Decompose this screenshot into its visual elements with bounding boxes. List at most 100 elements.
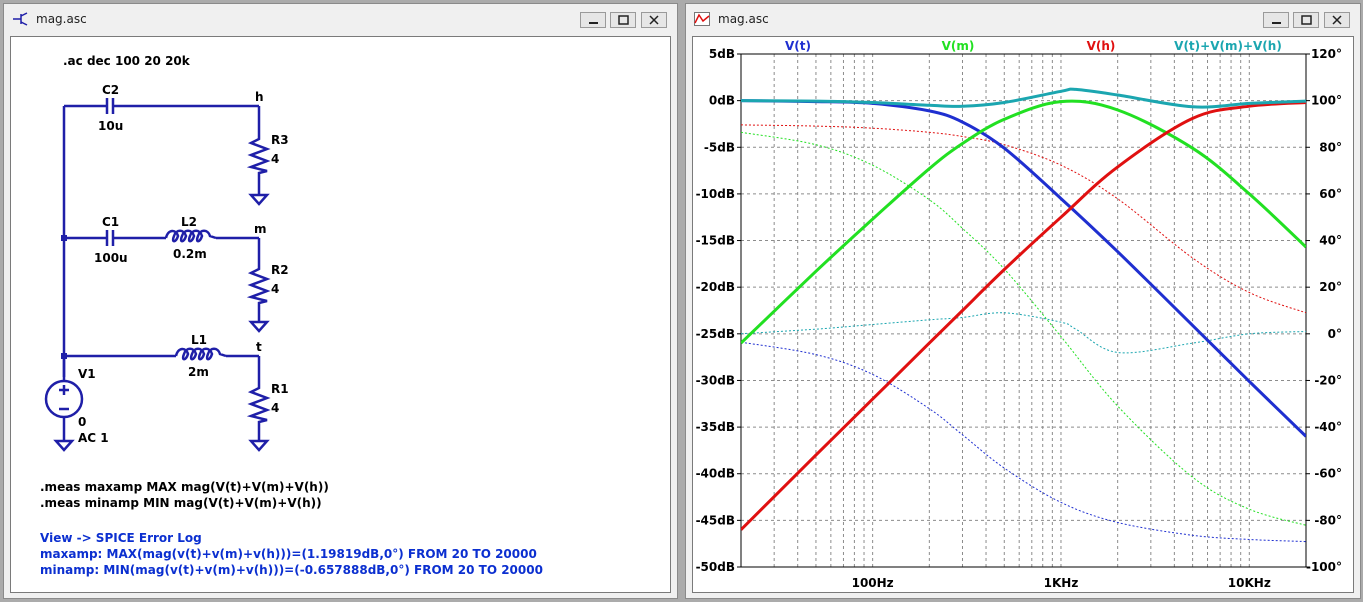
trace-legend[interactable]: V(t) V(m) V(h) V(t)+V(m)+V(h) [785, 39, 1282, 53]
net-h-label: h [255, 90, 264, 104]
ground-icon [248, 193, 270, 206]
y-left-tick-label: -30dB [696, 373, 735, 387]
plot-grid [740, 53, 1307, 568]
y-left-tick-label: 0dB [709, 94, 735, 108]
schematic-title: mag.asc [36, 12, 87, 26]
junction-dot [61, 235, 67, 241]
y-right-tick-label: -80° [1314, 513, 1342, 527]
y-right-tick-label: 60° [1319, 187, 1342, 201]
r1-name: R1 [271, 382, 289, 396]
schematic-titlebar[interactable]: mag.asc [4, 4, 677, 34]
schematic-canvas[interactable]: .ac dec 100 20 20k C2 10u h R3 4 C1 100u… [10, 36, 671, 593]
r2-name: R2 [271, 263, 289, 277]
restore-icon [618, 15, 629, 25]
schematic-wires [62, 104, 261, 441]
minimize-button[interactable] [1263, 12, 1289, 28]
restore-button[interactable] [610, 12, 636, 28]
phase-trace-v-t-v-m-v-h-[interactable] [741, 312, 1306, 354]
y-left-tick-label: -45dB [696, 513, 735, 527]
l2-name: L2 [181, 215, 197, 229]
y-right-tick-label: 120° [1311, 47, 1342, 61]
capacitor-c1[interactable] [96, 230, 124, 246]
close-button[interactable] [1324, 12, 1350, 28]
junction-dot [61, 353, 67, 359]
c2-name: C2 [102, 83, 119, 97]
plot-frame [740, 53, 1307, 568]
y-right-tick-label: 100° [1311, 94, 1342, 108]
minimize-button[interactable] [580, 12, 606, 28]
legend-entry[interactable]: V(t) [785, 39, 811, 53]
v1-value: 0 [78, 415, 86, 429]
ground-icon [53, 439, 75, 452]
y-right-tick-label: -60° [1314, 467, 1342, 481]
y-left-tick-label: -50dB [696, 560, 735, 574]
legend-entry[interactable]: V(m) [942, 39, 975, 53]
waveform-icon [694, 12, 710, 26]
l1-name: L1 [191, 333, 207, 347]
voltage-source-v1[interactable] [44, 379, 84, 419]
y-left-tick-label: 5dB [709, 47, 735, 61]
ground-icon [248, 439, 270, 452]
y-left-tick-label: -25dB [696, 327, 735, 341]
bode-plot[interactable]: 5dB 0dB -5dB -10dB -15dB -20dB -25dB -30dB -35dB… [693, 37, 1354, 593]
y-right-tick-label: -20° [1314, 373, 1342, 387]
c1-name: C1 [102, 215, 119, 229]
resistor-r1[interactable] [246, 384, 271, 426]
magnitude-trace-v-t-v-m-v-h-[interactable] [741, 87, 1306, 109]
y-right-tick-label: 20° [1319, 280, 1342, 294]
close-button[interactable] [641, 12, 667, 28]
restore-button[interactable] [1293, 12, 1319, 28]
l1-value: 2m [188, 365, 209, 379]
net-m-label: m [254, 222, 267, 236]
magnitude-trace-v-h-[interactable] [741, 101, 1306, 531]
resistor-r2[interactable] [246, 265, 271, 307]
y-right-tick-label: 40° [1319, 234, 1342, 248]
ground-icon [248, 320, 270, 333]
v1-ac: AC 1 [78, 431, 109, 445]
waveform-title: mag.asc [718, 12, 769, 26]
y-left-tick-label: -35dB [696, 420, 735, 434]
ac-directive[interactable]: .ac dec 100 20 20k [63, 54, 191, 68]
v1-name: V1 [78, 367, 96, 381]
y-right-tick-label: -40° [1314, 420, 1342, 434]
y-left-tick-label: -20dB [696, 280, 735, 294]
y-right-tick-label: 80° [1319, 140, 1342, 154]
c2-value: 10u [98, 119, 123, 133]
log-maxamp: maxamp: MAX(mag(v(t)+v(m)+v(h)))=(1.1981… [40, 547, 537, 561]
legend-entry[interactable]: V(h) [1087, 39, 1116, 53]
waveform-plot-area[interactable]: 5dB 0dB -5dB -10dB -15dB -20dB -25dB -30dB -35dB… [692, 36, 1354, 593]
meas-maxamp-directive[interactable]: .meas maxamp MAX mag(V(t)+V(m)+V(h)) [40, 480, 329, 494]
waveform-window: mag.asc 5dB 0dB -5dB -10dB -15dB -20dB -25dB -3… [685, 3, 1361, 599]
close-icon [1332, 15, 1342, 25]
waveform-titlebar[interactable]: mag.asc [686, 4, 1360, 34]
log-minamp: minamp: MIN(mag(v(t)+v(m)+v(h)))=(-0.657… [40, 563, 543, 577]
y-right-tick-label: -100° [1306, 560, 1342, 574]
inductor-l1[interactable] [174, 347, 227, 361]
r3-value: 4 [271, 152, 279, 166]
x-tick-label: 1KHz [1044, 576, 1079, 590]
y-left-tick-label: -5dB [704, 140, 735, 154]
x-tick-label: 10KHz [1228, 576, 1271, 590]
schematic-icon [13, 12, 28, 26]
y-left-tick-label: -15dB [696, 234, 735, 248]
net-t-label: t [256, 340, 262, 354]
y-right-tick-label: 0° [1328, 327, 1342, 341]
close-icon [649, 15, 659, 25]
r3-name: R3 [271, 133, 289, 147]
phase-trace-v-h-[interactable] [741, 124, 1306, 314]
phase-trace-v-t-[interactable] [741, 341, 1306, 543]
r2-value: 4 [271, 282, 279, 296]
schematic-window: mag.asc .ac dec 100 20 20k C2 10u h R3 4… [3, 3, 678, 599]
minimize-icon [1272, 22, 1281, 24]
resistor-r3[interactable] [246, 135, 271, 177]
capacitor-c2[interactable] [96, 98, 124, 114]
log-header: View -> SPICE Error Log [40, 531, 202, 545]
minimize-icon [589, 22, 598, 24]
y-left-tick-label: -10dB [696, 187, 735, 201]
inductor-l2[interactable] [164, 229, 217, 243]
legend-entry[interactable]: V(t)+V(m)+V(h) [1174, 39, 1282, 53]
meas-minamp-directive[interactable]: .meas minamp MIN mag(V(t)+V(m)+V(h)) [40, 496, 322, 510]
x-tick-label: 100Hz [852, 576, 894, 590]
c1-value: 100u [94, 251, 128, 265]
magnitude-trace-v-m-[interactable] [741, 99, 1306, 345]
